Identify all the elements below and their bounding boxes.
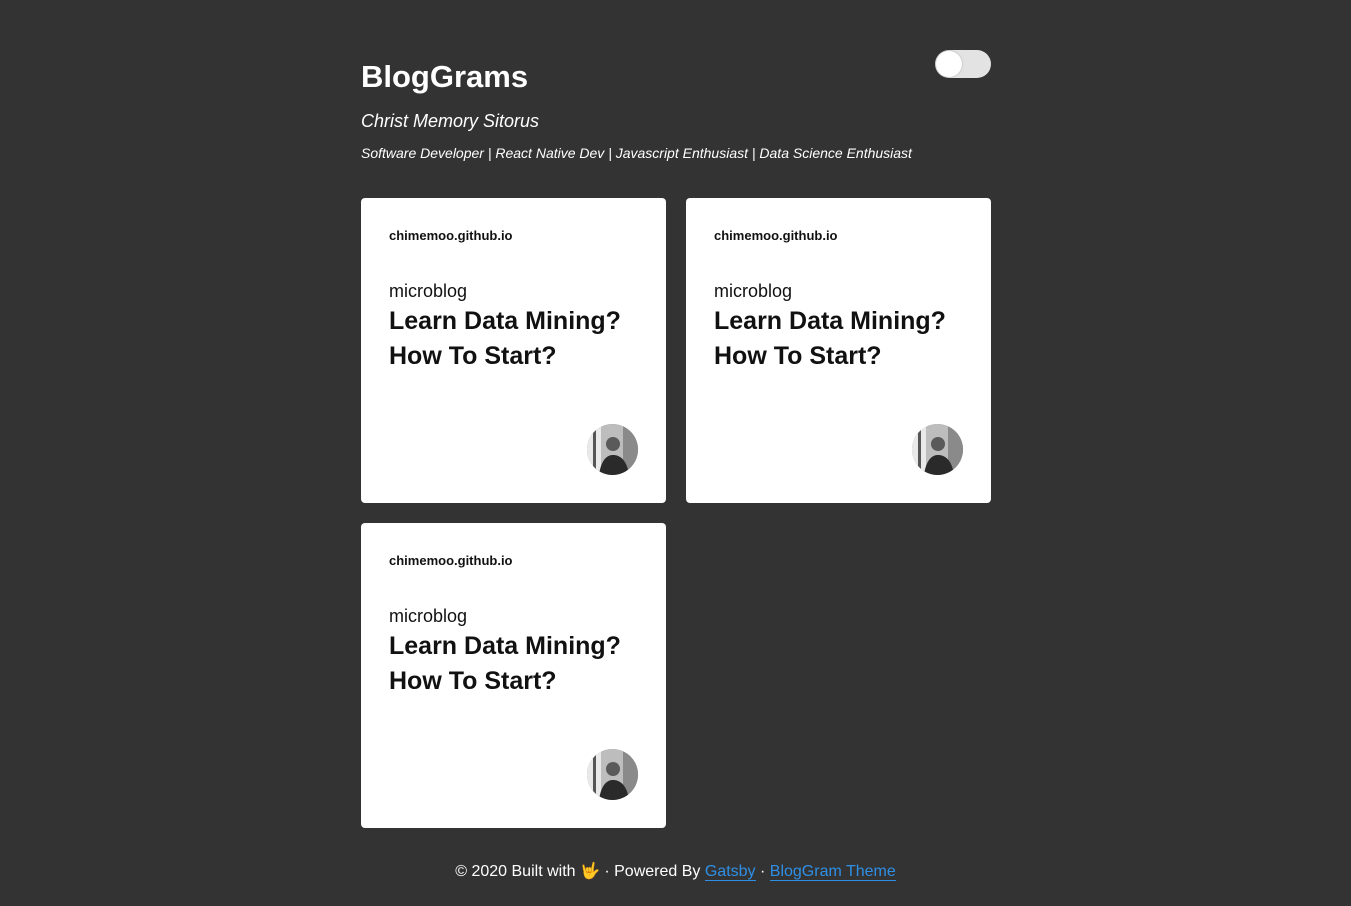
- site-title[interactable]: BlogGrams: [361, 58, 528, 96]
- author-avatar-icon: [587, 424, 638, 475]
- rock-hand-icon: 🤟: [579, 863, 600, 880]
- gatsby-link[interactable]: Gatsby: [704, 863, 756, 881]
- author-avatar-icon: [587, 749, 638, 800]
- footer-prefix: © 2020 Built with: [455, 863, 576, 880]
- post-card[interactable]: chimemoo.github.io microblog Learn Data …: [361, 523, 666, 828]
- card-site-label: chimemoo.github.io: [389, 553, 513, 568]
- card-title: Learn Data Mining? How To Start?: [389, 632, 621, 695]
- toggle-knob: [936, 51, 962, 77]
- author-bio: Software Developer | React Native Dev | …: [361, 145, 912, 161]
- card-tag: microblog: [714, 281, 793, 301]
- author-name: Christ Memory Sitorus: [361, 111, 540, 131]
- author-avatar-icon: [912, 424, 963, 475]
- card-title: Learn Data Mining? How To Start?: [714, 307, 946, 370]
- card-tag: microblog: [389, 281, 468, 301]
- card-tag: microblog: [389, 606, 468, 626]
- post-card[interactable]: chimemoo.github.io microblog Learn Data …: [361, 198, 666, 503]
- card-title: Learn Data Mining? How To Start?: [389, 307, 621, 370]
- footer-separator: ·: [760, 863, 766, 880]
- footer-powered-by: · Powered By: [604, 863, 701, 880]
- footer: © 2020 Built with 🤟 · Powered By Gatsby …: [0, 860, 1351, 884]
- bloggram-theme-link[interactable]: BlogGram Theme: [769, 863, 896, 881]
- card-site-label: chimemoo.github.io: [714, 228, 838, 243]
- card-site-label: chimemoo.github.io: [389, 228, 513, 243]
- post-card[interactable]: chimemoo.github.io microblog Learn Data …: [686, 198, 991, 503]
- theme-toggle-switch[interactable]: [935, 50, 991, 78]
